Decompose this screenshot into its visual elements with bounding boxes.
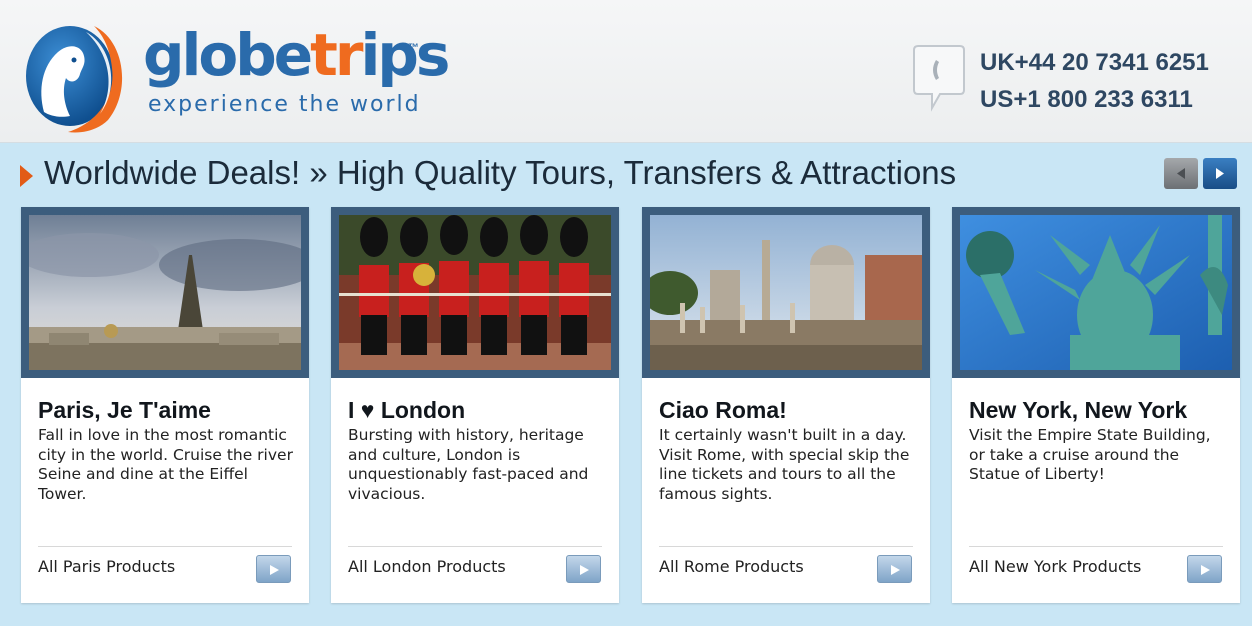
rome-forum-photo[interactable] <box>642 215 922 370</box>
deals-title: Worldwide Deals! » High Quality Tours, T… <box>44 154 957 191</box>
play-arrow-icon <box>891 565 900 575</box>
brand-tagline: experience the world <box>148 92 421 117</box>
carousel-next-button[interactable] <box>1203 158 1237 189</box>
card-photo-frame <box>642 207 930 378</box>
brand-name[interactable]: globetrips <box>143 26 450 84</box>
london-go-button[interactable] <box>566 555 601 583</box>
card-divider <box>348 546 602 547</box>
uk-phone-number[interactable]: UK+44 20 7341 6251 <box>980 49 1209 77</box>
card-description: Fall in love in the most romantic city i… <box>38 426 293 503</box>
card-title: Paris, Je T'aime <box>38 397 211 423</box>
london-royal-guards-photo[interactable] <box>339 215 611 370</box>
card-title: Ciao Roma! <box>659 397 787 423</box>
triangle-right-icon <box>1216 168 1224 179</box>
play-arrow-icon <box>270 565 279 575</box>
card-description: Bursting with history, heritage and cult… <box>348 426 589 503</box>
card-description: It certainly wasn't built in a day. Visi… <box>659 426 910 503</box>
card-divider <box>38 546 292 547</box>
trademark-mark: ™ <box>408 42 419 54</box>
deal-card-new-york: New York, New York Visit the Empire Stat… <box>952 207 1240 603</box>
us-phone-number[interactable]: US+1 800 233 6311 <box>980 86 1193 114</box>
all-new-york-products-link[interactable]: All New York Products <box>969 557 1141 576</box>
deal-card-paris: Paris, Je T'aime Fall in love in the mos… <box>19 207 319 603</box>
new-york-statue-of-liberty-photo[interactable] <box>960 215 1232 370</box>
carousel-prev-button[interactable] <box>1164 158 1198 189</box>
deal-card-rome: Ciao Roma! It certainly wasn't built in … <box>642 207 930 603</box>
card-title: I ♥ London <box>348 397 466 423</box>
new-york-go-button[interactable] <box>1187 555 1222 583</box>
deal-card-london: I ♥ London Bursting with history, herita… <box>331 207 619 603</box>
all-london-products-link[interactable]: All London Products <box>348 557 506 576</box>
triangle-left-icon <box>1177 168 1185 179</box>
all-rome-products-link[interactable]: All Rome Products <box>659 557 804 576</box>
phone-icon <box>913 45 965 112</box>
card-divider <box>659 546 913 547</box>
horse-globe-logo-icon[interactable] <box>24 20 130 134</box>
title-bullet-icon <box>20 165 33 187</box>
card-title: New York, New York <box>969 397 1188 423</box>
card-description: Visit the Empire State Building, or take… <box>969 426 1211 483</box>
card-photo-frame <box>952 207 1240 378</box>
all-paris-products-link[interactable]: All Paris Products <box>38 557 175 576</box>
site-header: globetrips ™ experience the world UK+44 … <box>0 0 1252 143</box>
paris-go-button[interactable] <box>256 555 291 583</box>
card-photo-frame <box>331 207 619 378</box>
rome-go-button[interactable] <box>877 555 912 583</box>
card-photo-frame <box>19 207 319 378</box>
play-arrow-icon <box>580 565 589 575</box>
paris-eiffel-tower-photo[interactable] <box>19 215 319 370</box>
card-divider <box>969 546 1223 547</box>
play-arrow-icon <box>1201 565 1210 575</box>
